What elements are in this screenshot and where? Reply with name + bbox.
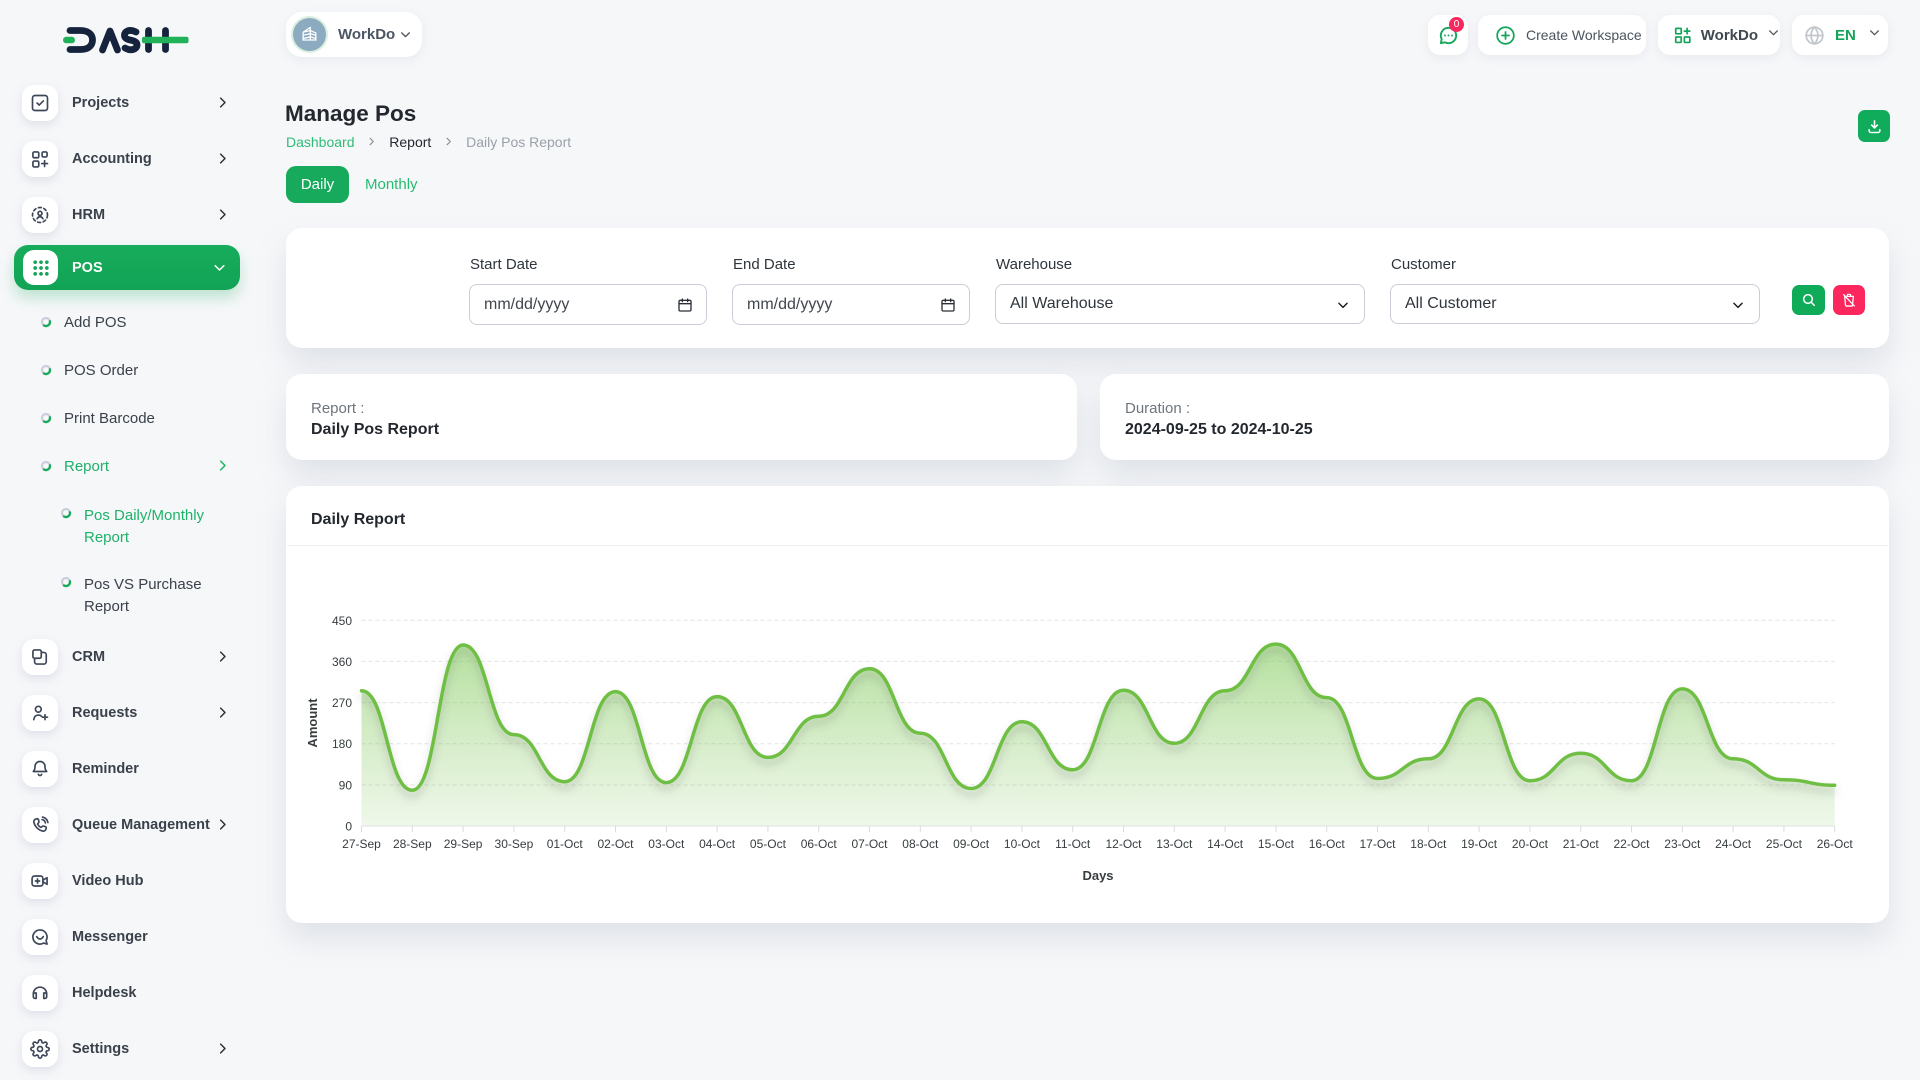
svg-text:180: 180 [332, 737, 352, 751]
svg-text:04-Oct: 04-Oct [699, 837, 736, 851]
svg-text:03-Oct: 03-Oct [648, 837, 685, 851]
svg-text:Amount: Amount [305, 698, 320, 748]
svg-text:270: 270 [332, 696, 352, 710]
svg-text:20-Oct: 20-Oct [1512, 837, 1549, 851]
svg-text:22-Oct: 22-Oct [1613, 837, 1650, 851]
svg-text:10-Oct: 10-Oct [1004, 837, 1041, 851]
svg-text:30-Sep: 30-Sep [495, 837, 534, 851]
svg-text:17-Oct: 17-Oct [1359, 837, 1396, 851]
svg-text:29-Sep: 29-Sep [444, 837, 483, 851]
svg-text:25-Oct: 25-Oct [1766, 837, 1803, 851]
svg-text:90: 90 [339, 778, 353, 792]
svg-text:24-Oct: 24-Oct [1715, 837, 1752, 851]
svg-text:13-Oct: 13-Oct [1156, 837, 1193, 851]
svg-text:02-Oct: 02-Oct [597, 837, 634, 851]
svg-text:07-Oct: 07-Oct [851, 837, 888, 851]
svg-text:09-Oct: 09-Oct [953, 837, 990, 851]
svg-text:28-Sep: 28-Sep [393, 837, 432, 851]
svg-text:23-Oct: 23-Oct [1664, 837, 1701, 851]
svg-text:12-Oct: 12-Oct [1105, 837, 1142, 851]
svg-text:08-Oct: 08-Oct [902, 837, 939, 851]
svg-text:450: 450 [332, 614, 352, 628]
svg-text:18-Oct: 18-Oct [1410, 837, 1447, 851]
svg-text:26-Oct: 26-Oct [1817, 837, 1854, 851]
svg-text:360: 360 [332, 655, 352, 669]
svg-text:15-Oct: 15-Oct [1258, 837, 1295, 851]
svg-text:01-Oct: 01-Oct [547, 837, 584, 851]
svg-text:14-Oct: 14-Oct [1207, 837, 1244, 851]
svg-text:05-Oct: 05-Oct [750, 837, 787, 851]
svg-text:19-Oct: 19-Oct [1461, 837, 1498, 851]
svg-text:16-Oct: 16-Oct [1309, 837, 1346, 851]
svg-text:21-Oct: 21-Oct [1563, 837, 1600, 851]
svg-text:Days: Days [1082, 868, 1113, 883]
svg-text:11-Oct: 11-Oct [1055, 837, 1091, 851]
svg-text:27-Sep: 27-Sep [342, 837, 381, 851]
svg-text:0: 0 [345, 820, 352, 834]
svg-text:06-Oct: 06-Oct [801, 837, 838, 851]
